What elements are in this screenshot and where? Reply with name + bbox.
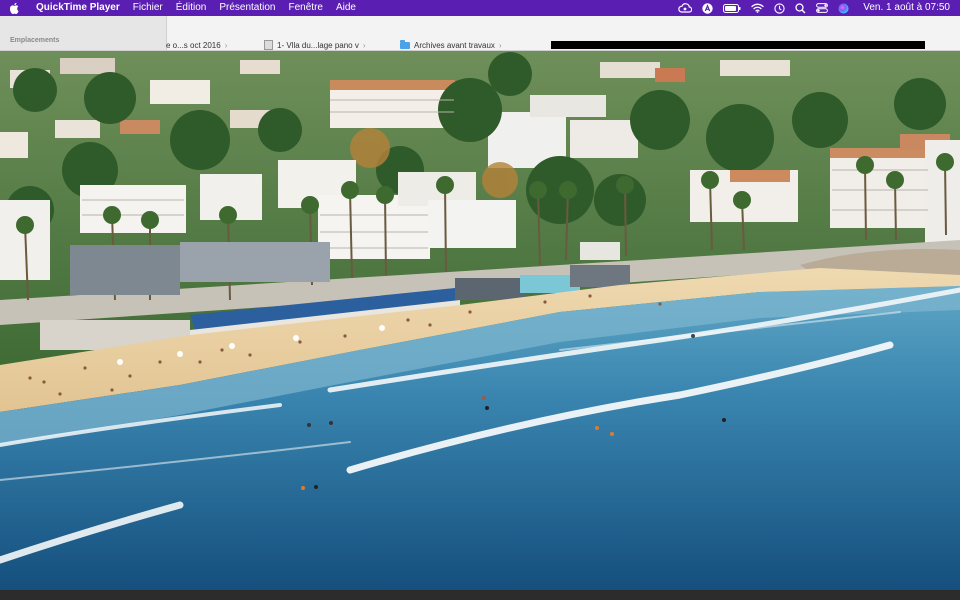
chevron-right-icon: › <box>362 40 366 50</box>
menu-aide[interactable]: Aide <box>336 0 356 16</box>
finder-sidebar: Emplacements <box>0 16 167 50</box>
finder-tab-label: 1- Vlla du...lage pano v <box>277 40 359 50</box>
finder-tab-label: Archives avant travaux <box>414 40 495 50</box>
menu-edition[interactable]: Édition <box>176 0 207 16</box>
video-frame[interactable] <box>0 50 960 590</box>
timer-icon[interactable] <box>774 0 785 16</box>
menubar-clock[interactable]: Ven. 1 août à 07:50 <box>863 0 950 16</box>
menu-bar: QuickTime Player Fichier Édition Présent… <box>0 0 960 16</box>
battery-icon[interactable] <box>723 0 741 16</box>
sidebar-section-label: Emplacements <box>10 37 60 44</box>
a-circle-icon[interactable] <box>702 0 713 16</box>
finder-tab-3[interactable]: Archives avant travaux › <box>400 39 502 50</box>
aerial-beach-scene <box>0 50 960 590</box>
status-area: Ven. 1 août à 07:50 <box>678 0 950 16</box>
folder-icon <box>400 39 410 49</box>
siri-icon[interactable] <box>838 0 849 16</box>
finder-tab-2[interactable]: 1- Vlla du...lage pano v › <box>264 40 366 50</box>
document-icon <box>264 40 273 50</box>
wifi-icon[interactable] <box>751 0 764 16</box>
search-icon[interactable] <box>795 0 806 16</box>
cloud-icon[interactable] <box>678 0 693 16</box>
redacted-bar <box>551 41 925 49</box>
finder-tab-label: e o...s oct 2016 <box>166 40 221 50</box>
menu-fichier[interactable]: Fichier <box>133 0 163 16</box>
window-bottom-edge <box>0 590 960 600</box>
app-menu[interactable]: QuickTime Player <box>36 0 120 16</box>
chevron-right-icon: › <box>224 40 228 50</box>
finder-tab-1[interactable]: e o...s oct 2016 › <box>166 40 227 50</box>
control-center-icon[interactable] <box>816 0 829 16</box>
menu-presentation[interactable]: Présentation <box>219 0 275 16</box>
apple-menu-icon[interactable] <box>10 2 24 14</box>
finder-window-strip: Emplacements e o...s oct 2016 › 1- Vlla … <box>0 16 960 51</box>
menu-fenetre[interactable]: Fenêtre <box>289 0 323 16</box>
chevron-right-icon: › <box>498 40 502 50</box>
